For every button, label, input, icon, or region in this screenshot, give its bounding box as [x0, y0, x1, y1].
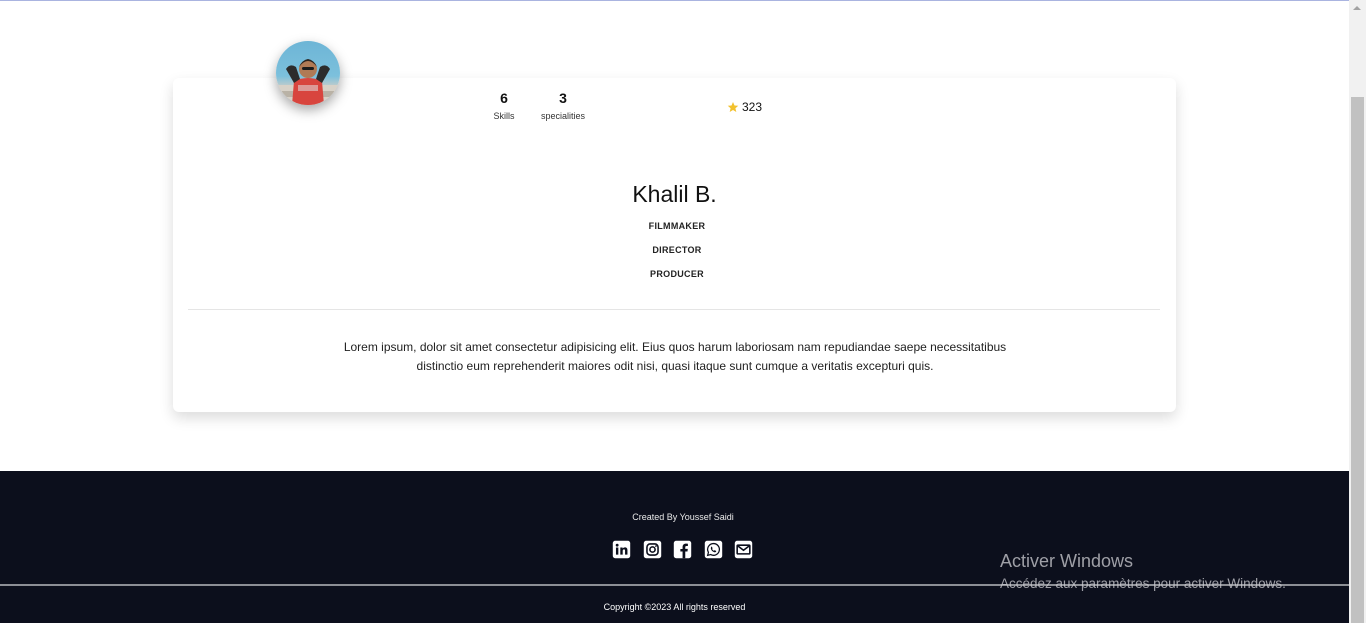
rating: 323 [727, 100, 762, 114]
footer-credit: Created By Youssef Saidi [632, 512, 734, 522]
stat-specialities-value: 3 [559, 90, 567, 106]
star-icon [727, 102, 739, 112]
stat-specialities: 3 specialities [536, 90, 590, 122]
role-item: PRODUCER [650, 269, 704, 279]
stat-specialities-label: specialities [540, 111, 586, 121]
profile-name: Khalil B. [632, 181, 717, 207]
linkedin-icon[interactable] [612, 540, 631, 559]
stat-skills-value: 6 [500, 90, 508, 106]
copyright-text: Copyright ©2023 All rights reserved [603, 602, 746, 612]
rating-value: 323 [742, 100, 763, 114]
vertical-scrollbar[interactable] [1349, 0, 1366, 623]
role-item: DIRECTOR [652, 245, 702, 255]
role-item: FILMMAKER [648, 221, 706, 231]
social-links [612, 540, 765, 559]
stat-skills: 6 Skills [484, 90, 524, 122]
footer-divider [0, 584, 1349, 586]
gmail-icon[interactable] [734, 540, 753, 559]
avatar [276, 41, 340, 105]
roles-list: FILMMAKER DIRECTOR PRODUCER [0, 220, 1354, 292]
whatsapp-icon[interactable] [704, 540, 723, 559]
footer: Created By Youssef Saidi Copyright ©2023… [0, 471, 1349, 623]
instagram-icon[interactable] [643, 540, 662, 559]
scroll-thumb[interactable] [1351, 97, 1364, 623]
profile-bio: Lorem ipsum, dolor sit amet consectetur … [343, 340, 1007, 373]
facebook-icon[interactable] [673, 540, 692, 559]
avatar-photo [276, 59, 340, 105]
scroll-up-arrow-icon[interactable] [1353, 6, 1361, 10]
stat-skills-label: Skills [493, 111, 515, 121]
top-border [0, 0, 1349, 1]
divider [188, 309, 1160, 310]
